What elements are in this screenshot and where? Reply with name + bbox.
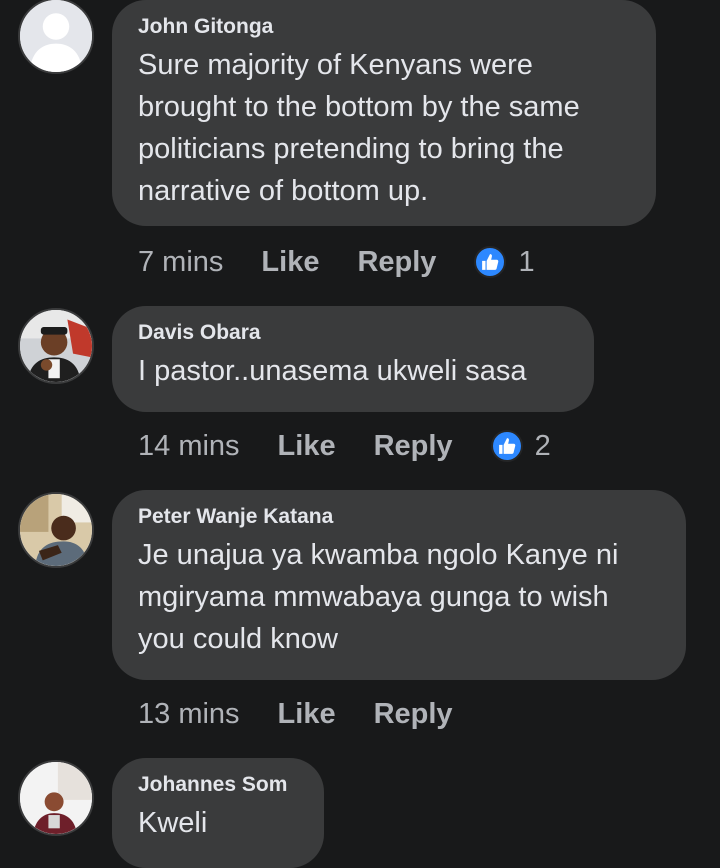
avatar[interactable] (18, 492, 94, 568)
reaction-count[interactable]: 2 (535, 430, 551, 463)
avatar[interactable] (18, 308, 94, 384)
avatar[interactable] (18, 760, 94, 836)
like-reaction-icon[interactable] (474, 246, 507, 278)
like-button[interactable]: Like (278, 698, 336, 731)
comment-bubble: Peter Wanje Katana Je unajua ya kwamba n… (112, 490, 686, 680)
comment-text: Je unajua ya kwamba ngolo Kanye ni mgiry… (138, 539, 619, 655)
comment-bubble: Johannes Som Kweli (112, 758, 324, 868)
like-reaction-icon[interactable] (490, 430, 523, 462)
comment-author[interactable]: John Gitonga (138, 14, 630, 40)
reply-button[interactable]: Reply (357, 246, 436, 279)
comment-bubble: John Gitonga Sure majority of Kenyans we… (112, 0, 656, 226)
reply-button[interactable]: Reply (374, 698, 453, 731)
avatar[interactable] (18, 0, 94, 74)
like-button[interactable]: Like (278, 430, 336, 463)
comment-timestamp[interactable]: 7 mins (138, 246, 223, 279)
comment-timestamp[interactable]: 14 mins (138, 430, 240, 463)
profile-photo (20, 494, 92, 566)
comment-bubble: Davis Obara I pastor..unasema ukweli sas… (112, 306, 594, 412)
comment-text: Kweli (138, 807, 208, 839)
profile-photo (20, 310, 92, 382)
default-avatar-icon (20, 0, 92, 72)
reply-button[interactable]: Reply (374, 430, 453, 463)
comment-actions: 14 mins Like Reply 2 (138, 426, 551, 466)
comment-actions: 7 mins Like Reply 1 (138, 242, 535, 282)
comment-author[interactable]: Johannes Som (138, 772, 298, 798)
comment-author[interactable]: Davis Obara (138, 320, 568, 346)
comment-text: Sure majority of Kenyans were brought to… (138, 49, 580, 207)
reaction-count[interactable]: 1 (518, 246, 534, 279)
profile-photo (20, 762, 92, 834)
comment-author[interactable]: Peter Wanje Katana (138, 504, 660, 530)
comment-timestamp[interactable]: 13 mins (138, 698, 240, 731)
comment-actions: 13 mins Like Reply (138, 694, 491, 734)
comment-text: I pastor..unasema ukweli sasa (138, 355, 527, 387)
like-button[interactable]: Like (261, 246, 319, 279)
